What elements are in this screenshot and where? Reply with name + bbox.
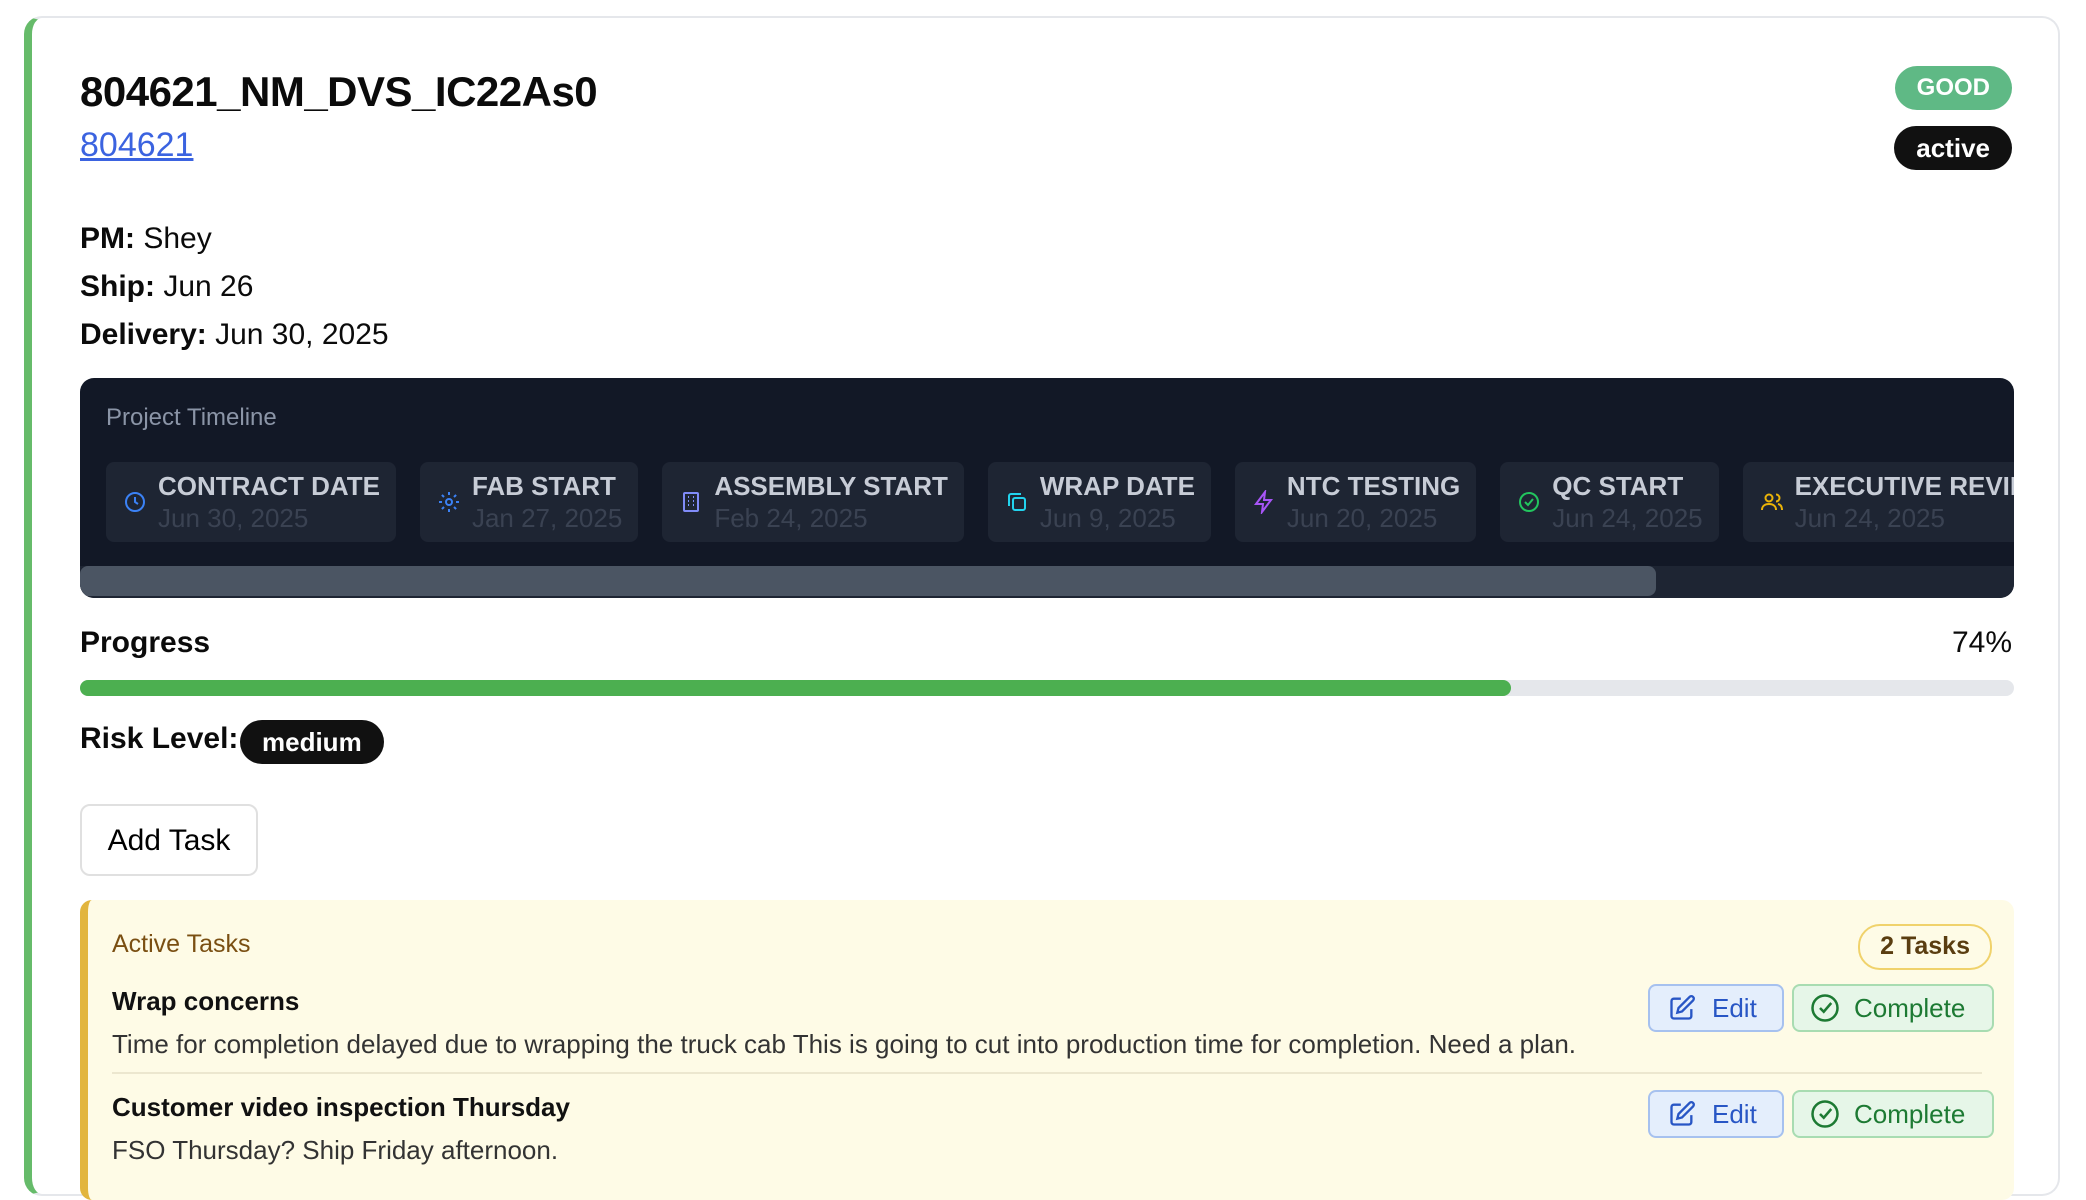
timeline-date: Jun 30, 2025 [158,503,309,533]
project-timeline[interactable]: Project Timeline CONTRACT DATE Jun 30, 2… [80,378,2014,598]
timeline-label: CONTRACT DATE [158,471,380,501]
health-badge: GOOD [1894,66,2012,110]
bolt-icon [1251,489,1277,515]
edit-task-button[interactable]: Edit [1648,1090,1784,1138]
risk-label: Risk Level: [80,722,239,755]
delivery-row: Delivery: Jun 30, 2025 [80,318,389,352]
timeline-date: Jun 20, 2025 [1286,503,1438,533]
status-badge: active [1894,126,2012,170]
delivery-label: Delivery: [80,318,207,351]
timeline-label: WRAP DATE [1039,471,1195,501]
edit-task-button[interactable]: Edit [1648,984,1784,1032]
ship-row: Ship: Jun 26 [80,270,253,304]
active-tasks-panel: Active Tasks 2 Tasks Wrap concerns Time … [80,900,2014,1200]
timeline-item-fab-start: FAB START Jan 27, 2025 [419,462,639,542]
complete-label: Complete [1854,992,1966,1023]
progress-label: Progress [80,626,211,659]
timeline-item-assembly-start: ASSEMBLY START Feb 24, 2025 [662,462,964,542]
timeline-item-wrap-date: WRAP DATE Jun 9, 2025 [987,462,1211,542]
edit-label: Edit [1712,1098,1757,1129]
timeline-label: EXECUTIVE REVIEW [1794,471,2014,501]
add-task-button[interactable]: Add Task [80,804,258,876]
timeline-label: ASSEMBLY START [714,471,948,501]
pm-row: PM: Shey [80,222,212,256]
complete-task-button[interactable]: Complete [1792,1090,1994,1138]
clock-icon [122,489,148,515]
project-title: 804621_NM_DVS_IC22As0 [80,68,598,115]
timeline-date: Jun 24, 2025 [1552,503,1703,533]
check-circle-icon [1516,489,1542,515]
pm-value: Shey [143,222,212,255]
timeline-item-contract-date: CONTRACT DATE Jun 30, 2025 [106,462,396,542]
timeline-label: QC START [1552,471,1684,501]
timeline-date: Jan 27, 2025 [471,503,623,533]
complete-label: Complete [1854,1098,1966,1129]
edit-icon [1670,995,1695,1020]
building-icon [678,489,704,515]
complete-task-button[interactable]: Complete [1792,984,1994,1032]
users-icon [1759,489,1785,515]
ship-value: Jun 26 [163,270,254,303]
pm-label: PM: [80,222,135,255]
timeline-date: Feb 24, 2025 [714,503,868,533]
timeline-item-ntc-testing: NTC TESTING Jun 20, 2025 [1234,462,1477,542]
copy-icon [1004,489,1030,515]
delivery-value: Jun 30, 2025 [215,318,389,351]
task-divider [112,1072,1982,1074]
ship-label: Ship: [80,270,155,303]
timeline-items: CONTRACT DATE Jun 30, 2025 FAB START Jan… [106,462,2014,542]
timeline-label: FAB START [471,471,616,501]
timeline-date: Jun 9, 2025 [1039,503,1176,533]
risk-badge: medium [240,720,384,764]
progress-bar-fill [80,680,1512,696]
edit-icon [1670,1101,1695,1126]
edit-label: Edit [1712,992,1757,1023]
progress-bar [80,680,2014,696]
timeline-scrollbar-thumb[interactable] [80,566,1656,596]
tasks-count-badge: 2 Tasks [1858,924,1992,970]
timeline-item-executive-review: EXECUTIVE REVIEW Jun 24, 2025 [1742,462,2014,542]
timeline-scrollbar[interactable] [80,566,2014,598]
timeline-date: Jun 24, 2025 [1794,503,1945,533]
task-description: FSO Thursday? Ship Friday afternoon. [112,1135,559,1165]
timeline-title: Project Timeline [106,404,277,431]
active-tasks-title: Active Tasks [112,930,251,958]
progress-percent: 74% [1951,626,2012,659]
timeline-item-qc-start: QC START Jun 24, 2025 [1500,462,1719,542]
task-description: Time for completion delayed due to wrapp… [112,1029,1577,1059]
check-circle-icon [1811,994,1839,1022]
timeline-label: NTC TESTING [1286,471,1461,501]
gear-icon [436,489,462,515]
check-circle-icon [1811,1100,1839,1128]
project-id-link[interactable]: 804621 [80,126,193,165]
